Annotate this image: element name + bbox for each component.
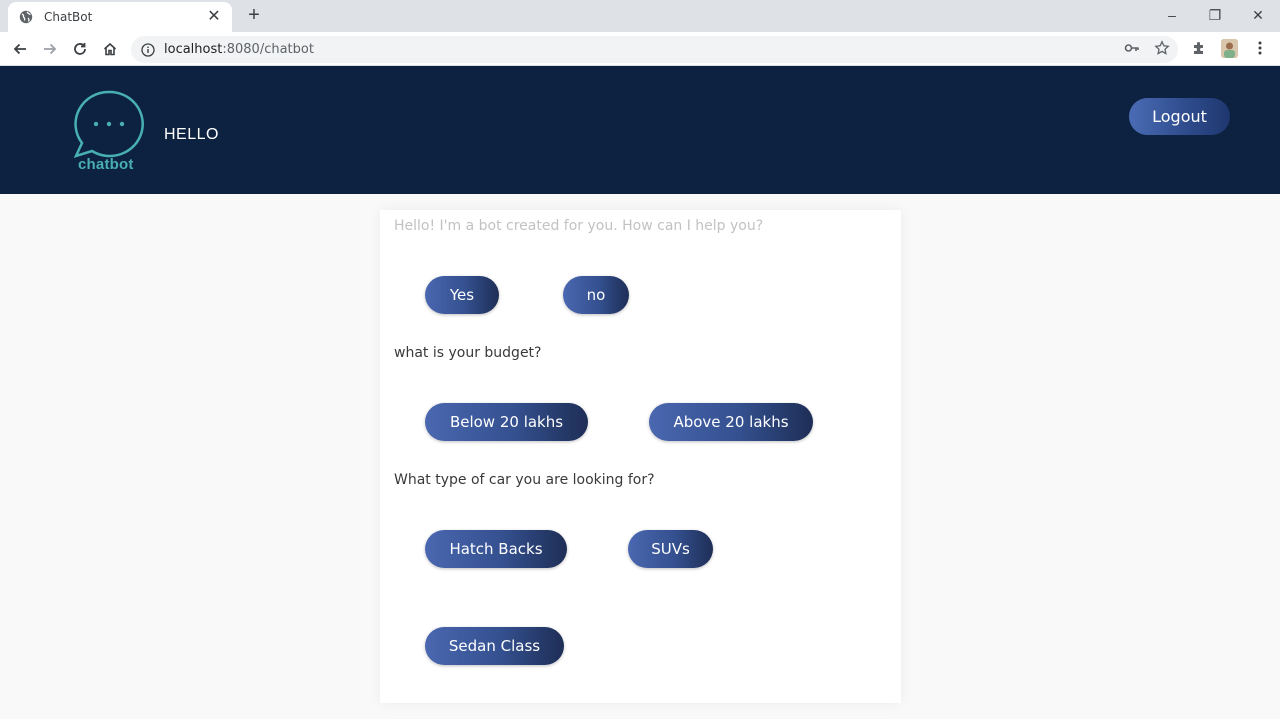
home-icon[interactable] xyxy=(98,37,122,61)
chat-panel: Hello! I'm a bot created for you. How ca… xyxy=(380,210,901,703)
option-hatch-backs-button[interactable]: Hatch Backs xyxy=(425,530,567,568)
menu-kebab-icon[interactable] xyxy=(1248,36,1272,60)
restore-button[interactable]: ❐ xyxy=(1193,0,1237,30)
browser-toolbar: localhost:8080/chatbot xyxy=(0,32,1280,66)
window-close-button[interactable]: ✕ xyxy=(1236,0,1280,30)
greeting-text: HELLO xyxy=(164,126,219,143)
logout-button[interactable]: Logout xyxy=(1129,98,1230,135)
logo-text: chatbot xyxy=(78,156,134,173)
browser-tab-bar: ChatBot ✕ + – ❐ ✕ xyxy=(0,0,1280,32)
bot-message: what is your budget? xyxy=(394,345,542,361)
option-sedan-class-button[interactable]: Sedan Class xyxy=(425,627,564,665)
browser-tab[interactable]: ChatBot ✕ xyxy=(8,2,232,32)
url-path: :8080/chatbot xyxy=(222,42,314,57)
app-header: chatbot HELLO Logout xyxy=(0,66,1280,194)
key-icon[interactable] xyxy=(1120,36,1144,60)
star-icon[interactable] xyxy=(1150,36,1174,60)
bot-message: Hello! I'm a bot created for you. How ca… xyxy=(394,218,764,234)
option-above-20-lakhs-button[interactable]: Above 20 lakhs xyxy=(649,403,813,441)
info-icon[interactable] xyxy=(141,42,155,57)
url-text: localhost:8080/chatbot xyxy=(164,42,314,57)
bot-message: What type of car you are looking for? xyxy=(394,472,655,488)
tab-title: ChatBot xyxy=(44,10,93,24)
url-host: localhost xyxy=(164,42,223,57)
option-below-20-lakhs-button[interactable]: Below 20 lakhs xyxy=(425,403,588,441)
address-bar[interactable]: localhost:8080/chatbot xyxy=(131,36,1178,63)
option-yes-button[interactable]: Yes xyxy=(425,276,499,314)
option-suvs-button[interactable]: SUVs xyxy=(628,530,713,568)
option-no-button[interactable]: no xyxy=(563,276,629,314)
new-tab-button[interactable]: + xyxy=(244,5,264,26)
minimize-button[interactable]: – xyxy=(1150,0,1194,30)
reload-icon[interactable] xyxy=(68,37,92,61)
extensions-icon[interactable] xyxy=(1187,36,1211,60)
forward-icon[interactable] xyxy=(38,37,62,61)
back-icon[interactable] xyxy=(8,37,32,61)
globe-icon xyxy=(18,9,34,25)
profile-avatar[interactable] xyxy=(1221,39,1238,58)
tab-close-icon[interactable]: ✕ xyxy=(206,9,222,25)
